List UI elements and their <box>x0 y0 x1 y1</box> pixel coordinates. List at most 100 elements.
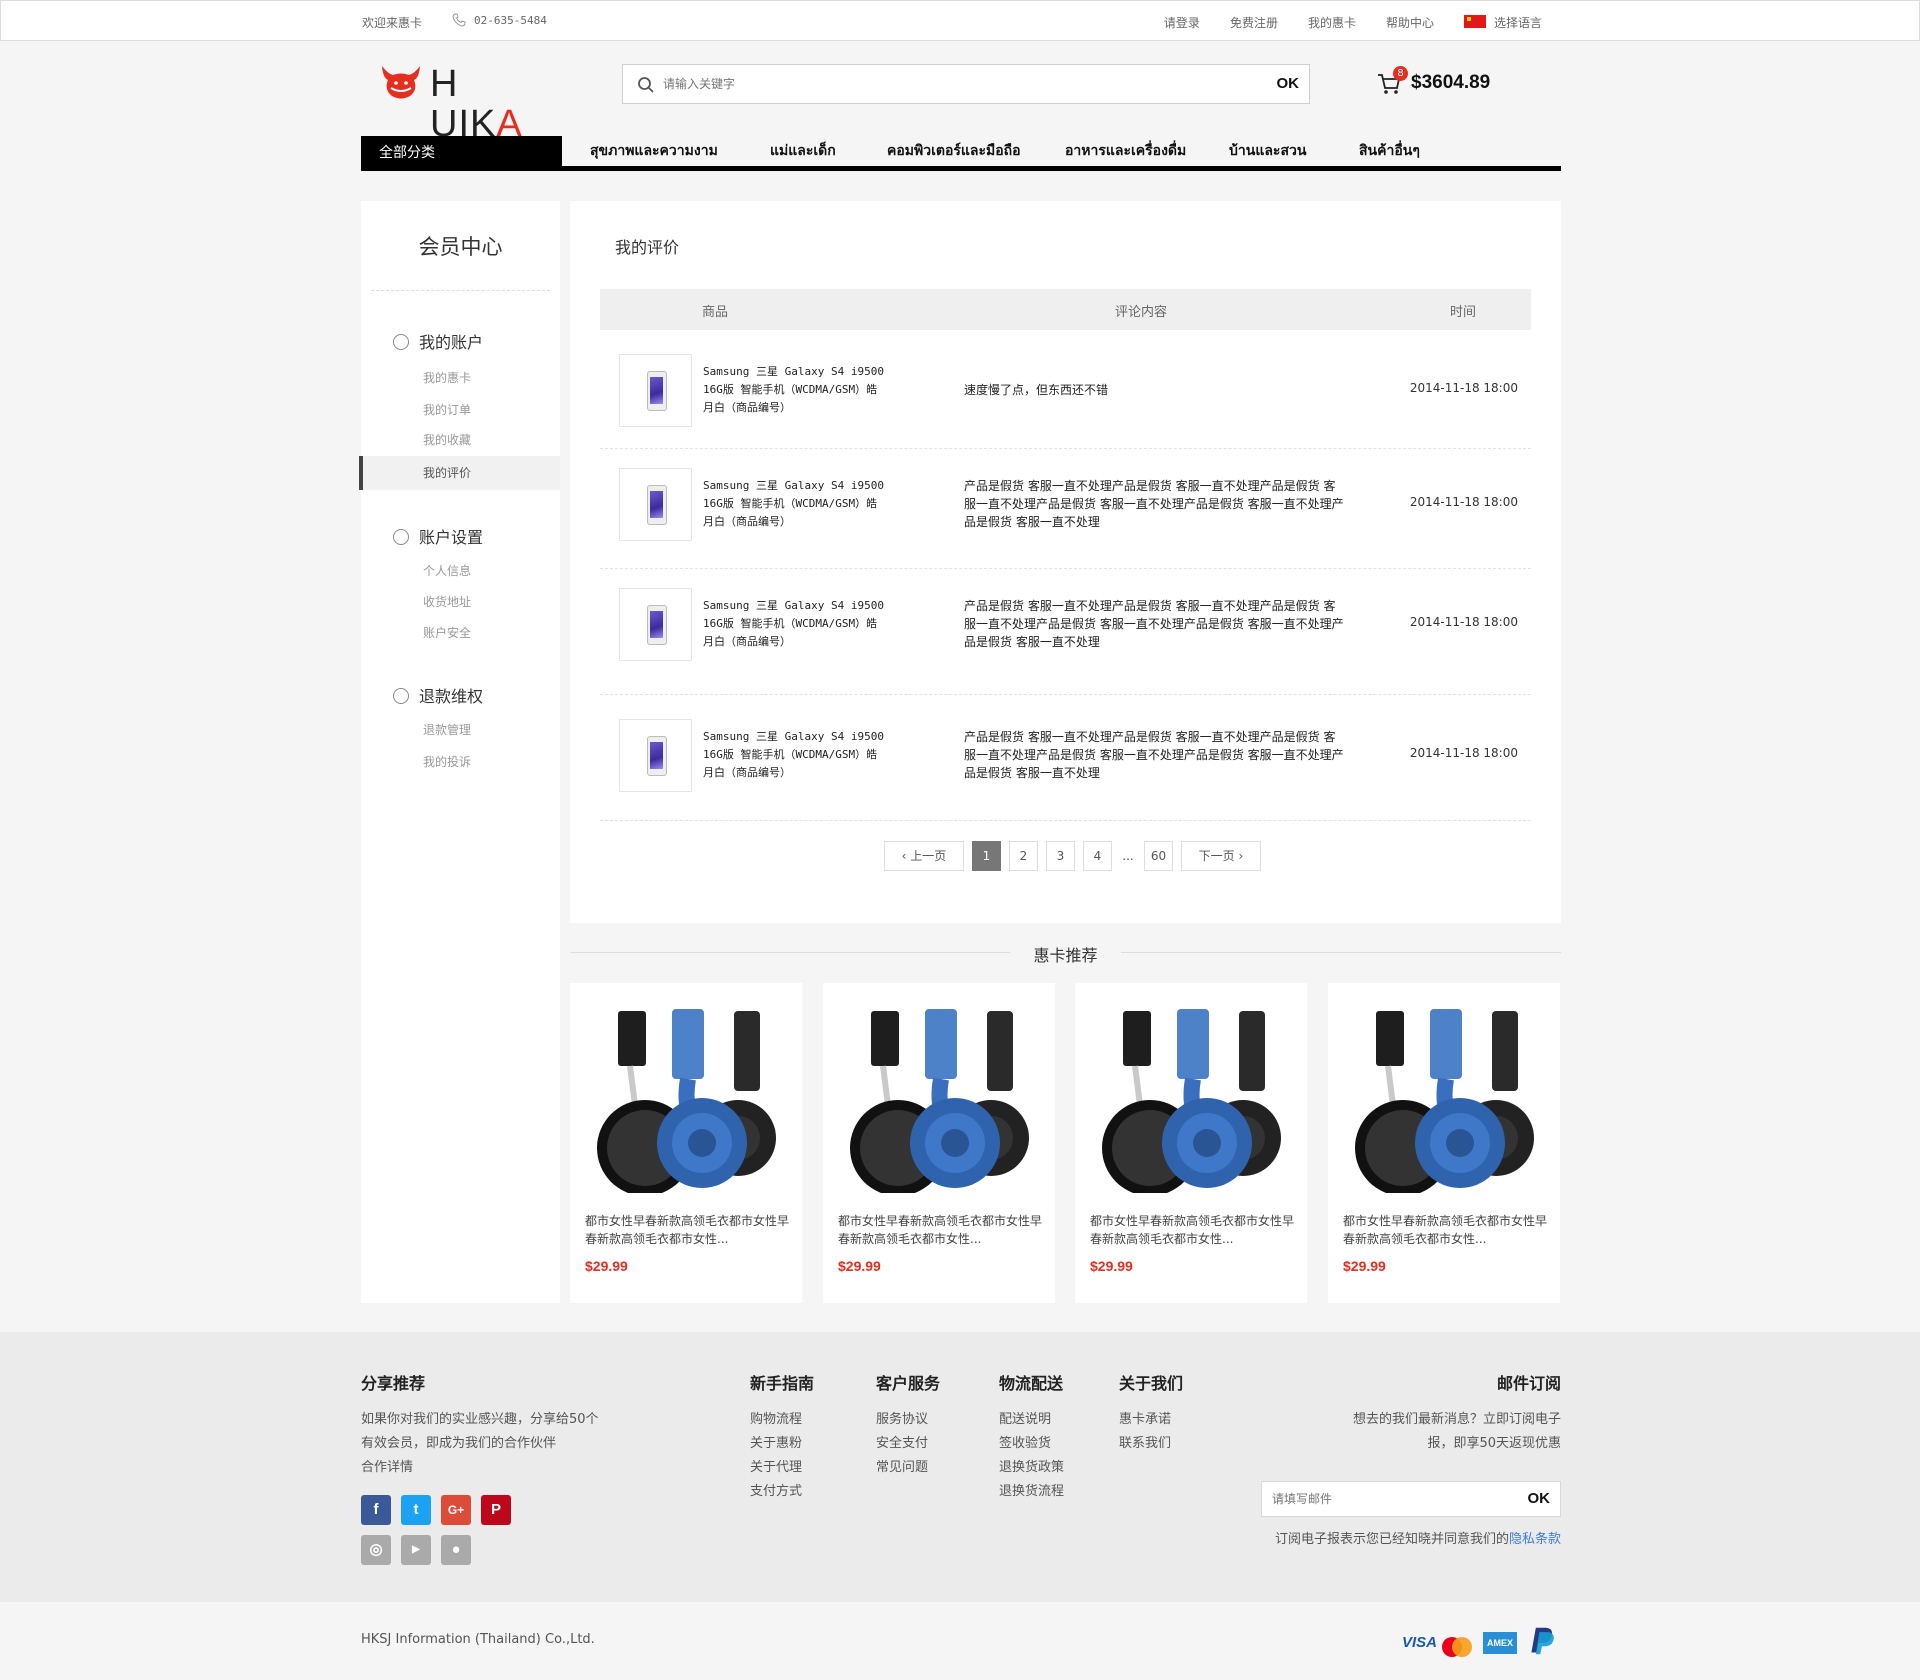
footer-link[interactable]: 惠卡承诺 <box>1119 1408 1171 1432</box>
divider-line <box>1121 952 1561 953</box>
mastercard-icon <box>1442 1637 1472 1657</box>
review-comment: 速度慢了点，但东西还不错 <box>964 383 1109 397</box>
nav-item-food-drink[interactable]: อาหารและเครื่องดื่ม <box>1065 140 1186 162</box>
pagination-ellipsis: ... <box>1122 849 1134 863</box>
nav-item-health-beauty[interactable]: สุขภาพและความงาม <box>590 140 718 162</box>
product-name[interactable]: Samsung 三星 Galaxy S4 i9500 16G版 智能手机（WCD… <box>703 597 888 651</box>
table-row: Samsung 三星 Galaxy S4 i9500 16G版 智能手机（WCD… <box>600 330 1531 449</box>
sidebar-item-address[interactable]: 收货地址 <box>423 593 471 610</box>
phone-icon <box>452 13 466 27</box>
review-time: 2014-11-18 18:00 <box>1409 615 1518 629</box>
product-title[interactable]: 都市女性早春新款高领毛衣都市女性早春新款高领毛衣都市女性... <box>1343 1212 1553 1248</box>
product-thumbnail[interactable] <box>619 468 692 541</box>
instagram-icon[interactable]: ◎ <box>361 1535 391 1565</box>
nav-item-others[interactable]: สินค้าอื่นๆ <box>1359 140 1420 162</box>
footer-link[interactable]: 支付方式 <box>750 1480 802 1504</box>
search-input[interactable] <box>663 73 1243 95</box>
chevron-right-icon: › <box>1234 849 1244 863</box>
phone-image <box>647 371 667 411</box>
footer-link[interactable]: 配送说明 <box>999 1408 1064 1432</box>
product-name[interactable]: Samsung 三星 Galaxy S4 i9500 16G版 智能手机（WCD… <box>703 477 888 531</box>
my-huika-link[interactable]: 我的惠卡 <box>1308 14 1356 31</box>
product-card[interactable]: 都市女性早春新款高领毛衣都市女性早春新款高领毛衣都市女性... $29.99 <box>1075 983 1307 1303</box>
main-nav: 全部分类 สุขภาพและความงาม แม่และเด็ก คอมพิวเ… <box>361 136 1561 171</box>
footer-link[interactable]: 退换货流程 <box>999 1480 1064 1504</box>
share-title: 分享推荐 <box>361 1374 426 1393</box>
subscribe-note: 订阅电子报表示您已经知晓并同意我们的隐私条款 <box>1275 1528 1561 1552</box>
page-button-3[interactable]: 3 <box>1046 841 1075 871</box>
search-icon <box>638 77 654 93</box>
product-name[interactable]: Samsung 三星 Galaxy S4 i9500 16G版 智能手机（WCD… <box>703 728 888 782</box>
footer-link[interactable]: 联系我们 <box>1119 1432 1171 1456</box>
footer-link[interactable]: 安全支付 <box>876 1432 928 1456</box>
review-comment: 产品是假货 客服一直不处理产品是假货 客服一直不处理产品是假货 客服一直不处理产… <box>964 479 1344 529</box>
register-link[interactable]: 免费注册 <box>1230 14 1278 31</box>
footer-column-about: 惠卡承诺 联系我们 <box>1119 1408 1171 1456</box>
language-label: 选择语言 <box>1493 16 1542 30</box>
login-link[interactable]: 请登录 <box>1164 14 1200 31</box>
prev-page-button[interactable]: ‹ 上一页 <box>884 841 964 871</box>
sidebar-item-complaints[interactable]: 我的投诉 <box>423 753 471 770</box>
product-title[interactable]: 都市女性早春新款高领毛衣都市女性早春新款高领毛衣都市女性... <box>1090 1212 1300 1248</box>
product-title[interactable]: 都市女性早春新款高领毛衣都市女性早春新款高领毛衣都市女性... <box>838 1212 1048 1248</box>
footer-link[interactable]: 关于惠粉 <box>750 1432 802 1456</box>
sidebar-item-my-favorites[interactable]: 我的收藏 <box>423 431 471 448</box>
footer-link[interactable]: 退换货政策 <box>999 1456 1064 1480</box>
page-button-last[interactable]: 60 <box>1144 841 1173 871</box>
review-time: 2014-11-18 18:00 <box>1409 381 1518 395</box>
page-button-4[interactable]: 4 <box>1083 841 1112 871</box>
search-button[interactable]: OK <box>1277 75 1300 92</box>
product-price: $29.99 <box>838 1258 881 1274</box>
logo[interactable]: HUIKA <box>378 62 548 144</box>
footer-column-title: 关于我们 <box>1119 1374 1184 1393</box>
email-input[interactable] <box>1272 1490 1512 1508</box>
product-card[interactable]: 都市女性早春新款高领毛衣都市女性早春新款高领毛衣都市女性... $29.99 <box>1328 983 1560 1303</box>
product-thumbnail[interactable] <box>619 588 692 661</box>
product-thumbnail[interactable] <box>619 719 692 792</box>
footer-link[interactable]: 签收验货 <box>999 1432 1064 1456</box>
product-price: $29.99 <box>1090 1258 1133 1274</box>
company-name: HKSJ Information (Thailand) Co.,Ltd. <box>361 1632 595 1647</box>
top-bar: 欢迎来惠卡 02-635-5484 请登录 免费注册 我的惠卡 帮助中心 选择语… <box>0 0 1920 41</box>
sidebar-item-refund-management[interactable]: 退款管理 <box>423 721 471 738</box>
sidebar-item-my-orders[interactable]: 我的订单 <box>423 401 471 418</box>
footer-link[interactable]: 购物流程 <box>750 1408 802 1432</box>
footer-link[interactable]: 关于代理 <box>750 1456 802 1480</box>
google-plus-icon[interactable]: G+ <box>441 1495 471 1525</box>
footer-column-guide: 购物流程 关于惠粉 关于代理 支付方式 <box>750 1408 802 1504</box>
cart[interactable]: 8 $3604.89 <box>1377 66 1527 100</box>
page-button-2[interactable]: 2 <box>1009 841 1038 871</box>
all-categories-button[interactable]: 全部分类 <box>361 136 562 166</box>
product-thumbnail[interactable] <box>619 354 692 427</box>
nav-item-home-garden[interactable]: บ้านและสวน <box>1229 140 1306 162</box>
flickr-icon[interactable]: ● <box>441 1535 471 1565</box>
logo-text: HUIKA <box>430 63 523 145</box>
review-time: 2014-11-18 18:00 <box>1409 495 1518 509</box>
help-center-link[interactable]: 帮助中心 <box>1386 14 1434 31</box>
product-card[interactable]: 都市女性早春新款高领毛衣都市女性早春新款高领毛衣都市女性... $29.99 <box>823 983 1055 1303</box>
page-button-1[interactable]: 1 <box>972 841 1001 871</box>
product-name[interactable]: Samsung 三星 Galaxy S4 i9500 16G版 智能手机（WCD… <box>703 363 888 417</box>
privacy-link[interactable]: 隐私条款 <box>1509 1532 1561 1547</box>
youtube-icon[interactable]: ▶ <box>401 1535 431 1565</box>
table-row: Samsung 三星 Galaxy S4 i9500 16G版 智能手机（WCD… <box>600 569 1531 695</box>
nav-item-computers-mobile[interactable]: คอมพิวเตอร์และมือถือ <box>887 140 1021 162</box>
nav-item-mother-baby[interactable]: แม่และเด็ก <box>770 140 836 162</box>
product-card[interactable]: 都市女性早春新款高领毛衣都市女性早春新款高领毛衣都市女性... $29.99 <box>570 983 802 1303</box>
sidebar-item-my-reviews[interactable]: 我的评价 <box>423 464 471 481</box>
pinterest-icon[interactable]: P <box>481 1495 511 1525</box>
twitter-icon[interactable]: t <box>401 1495 431 1525</box>
footer-link[interactable]: 服务协议 <box>876 1408 928 1432</box>
language-selector[interactable]: 选择语言 <box>1463 14 1542 31</box>
footer-link[interactable]: 常见问题 <box>876 1456 928 1480</box>
partner-details-link[interactable]: 合作详情 <box>361 1456 599 1480</box>
sidebar-item-my-huika[interactable]: 我的惠卡 <box>423 369 471 386</box>
product-title[interactable]: 都市女性早春新款高领毛衣都市女性早春新款高领毛衣都市女性... <box>585 1212 795 1248</box>
sidebar-item-security[interactable]: 账户安全 <box>423 624 471 641</box>
subscribe-button[interactable]: OK <box>1528 1490 1551 1507</box>
next-page-button[interactable]: 下一页 › <box>1181 841 1261 871</box>
sidebar-item-profile[interactable]: 个人信息 <box>423 562 471 579</box>
facebook-icon[interactable]: f <box>361 1495 391 1525</box>
column-header-product: 商品 <box>702 305 729 320</box>
refund-icon <box>393 688 409 704</box>
